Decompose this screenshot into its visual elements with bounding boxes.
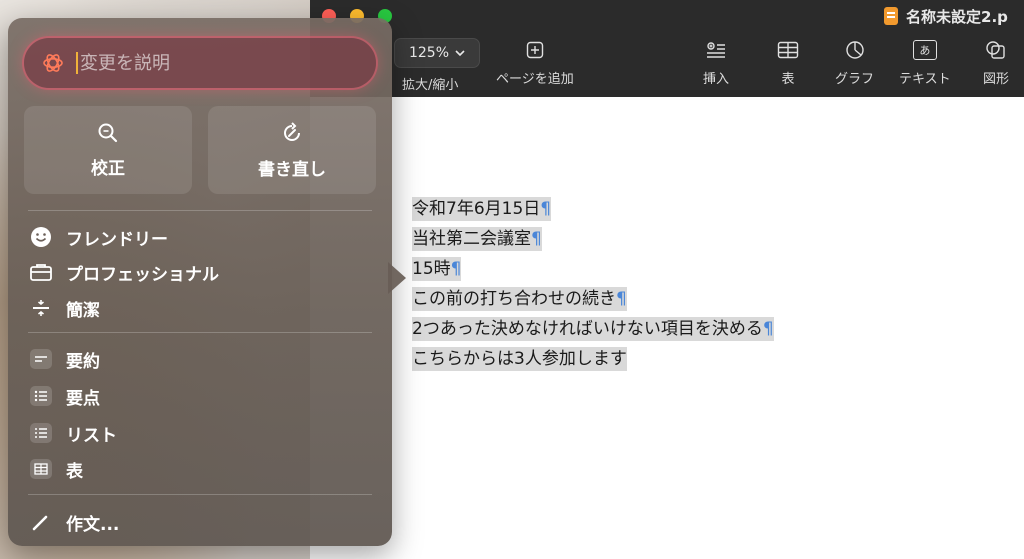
text-button[interactable]: あ テキスト	[899, 38, 951, 87]
add-page-button[interactable]: ページを追加	[496, 38, 574, 87]
pilcrow-mark: ¶	[531, 229, 542, 249]
insert-label: 挿入	[703, 72, 730, 87]
summary-label: 要約	[66, 351, 100, 372]
proofread-magnifier-icon	[98, 123, 118, 142]
pilcrow-mark: ¶	[762, 319, 774, 339]
table-label: 表	[781, 72, 795, 87]
rewrite-button[interactable]: 書き直し	[208, 106, 376, 194]
summary-icon	[28, 346, 54, 372]
document-line[interactable]: 2つあった決めなければいけない項目を決める¶	[412, 314, 774, 344]
key-points-item[interactable]: 要点	[28, 381, 100, 411]
menu-separator	[28, 210, 372, 211]
document-line[interactable]: 当社第二会議室¶	[412, 224, 774, 254]
professional-tone-item[interactable]: プロフェッショナル	[28, 257, 219, 287]
pencil-icon	[28, 509, 54, 535]
concise-tone-item[interactable]: 簡潔	[28, 293, 100, 323]
pilcrow-mark: ¶	[450, 259, 462, 279]
text-box-glyph: あ	[912, 40, 937, 60]
zoom-label: 拡大/縮小	[402, 78, 459, 93]
document-title-text: 名称未設定2.p	[906, 7, 1008, 26]
describe-change-input[interactable]	[80, 52, 340, 74]
document-body[interactable]: 令和7年6月15日¶ 当社第二会議室¶ 15時¶ この前の打ち合わせの続き¶ 2…	[412, 194, 774, 374]
pages-document-icon	[884, 7, 898, 25]
pages-window: 名称未設定2.p 125% 拡大/縮小 ページを追加 挿入 表 グラフ あ テキ…	[310, 0, 1024, 559]
table-icon	[28, 456, 54, 482]
plus-square-icon	[523, 38, 547, 62]
document-line[interactable]: こちらからは3人参加します	[412, 344, 774, 374]
insert-button[interactable]: 挿入	[703, 38, 729, 87]
summary-item[interactable]: 要約	[28, 344, 100, 374]
insert-icon	[704, 38, 728, 62]
friendly-tone-label: フレンドリー	[66, 229, 168, 250]
document-title: 名称未設定2.p	[884, 4, 1008, 28]
table-button[interactable]: 表	[776, 38, 800, 87]
text-caret	[76, 52, 78, 74]
writing-tools-popover: 校正 書き直し フレンドリー プロフェッショナル 簡潔 要約 要点	[8, 18, 392, 546]
key-points-label: 要点	[66, 388, 100, 409]
text-label: テキスト	[899, 72, 951, 87]
shape-label: 図形	[983, 72, 1010, 87]
zoom-dropdown[interactable]: 125%	[394, 38, 480, 68]
chart-button[interactable]: グラフ	[835, 38, 874, 87]
rewrite-icon	[284, 121, 300, 141]
menu-separator	[28, 332, 372, 333]
text-box-icon: あ	[912, 38, 937, 62]
rewrite-label: 書き直し	[258, 159, 326, 180]
describe-change-field[interactable]	[24, 38, 376, 88]
popover-arrow	[388, 262, 406, 294]
smiley-icon	[28, 224, 54, 250]
list-icon	[28, 420, 54, 446]
concise-tone-label: 簡潔	[66, 300, 100, 321]
pilcrow-mark: ¶	[616, 289, 627, 309]
document-line[interactable]: 令和7年6月15日¶	[412, 194, 774, 224]
table-item-option[interactable]: 表	[28, 454, 83, 484]
list-item-option[interactable]: リスト	[28, 418, 117, 448]
compose-label: 作文...	[66, 514, 120, 535]
chart-label: グラフ	[835, 72, 875, 87]
menu-separator	[28, 494, 372, 495]
key-points-icon	[28, 383, 54, 409]
proofread-button[interactable]: 校正	[24, 106, 192, 194]
zoom-value: 125%	[408, 45, 450, 61]
document-line[interactable]: 15時¶	[412, 254, 774, 284]
document-line[interactable]: この前の打ち合わせの続き¶	[412, 284, 774, 314]
toolbar: 名称未設定2.p 125% 拡大/縮小 ページを追加 挿入 表 グラフ あ テキ…	[310, 0, 1024, 97]
shape-icon	[984, 38, 1008, 62]
add-page-label: ページを追加	[496, 72, 574, 87]
professional-tone-label: プロフェッショナル	[66, 264, 219, 285]
table-icon	[776, 38, 800, 62]
divide-icon	[28, 295, 54, 321]
briefcase-icon	[28, 259, 54, 285]
pilcrow-mark: ¶	[540, 199, 552, 219]
pie-chart-icon	[843, 38, 867, 62]
apple-intelligence-icon	[40, 50, 66, 76]
list-label: リスト	[66, 425, 117, 446]
proofread-label: 校正	[91, 158, 125, 179]
table-option-label: 表	[66, 461, 83, 482]
compose-item[interactable]: 作文...	[28, 507, 119, 537]
shape-button[interactable]: 図形	[983, 38, 1009, 87]
chevron-down-icon	[455, 50, 465, 57]
friendly-tone-item[interactable]: フレンドリー	[28, 222, 168, 252]
